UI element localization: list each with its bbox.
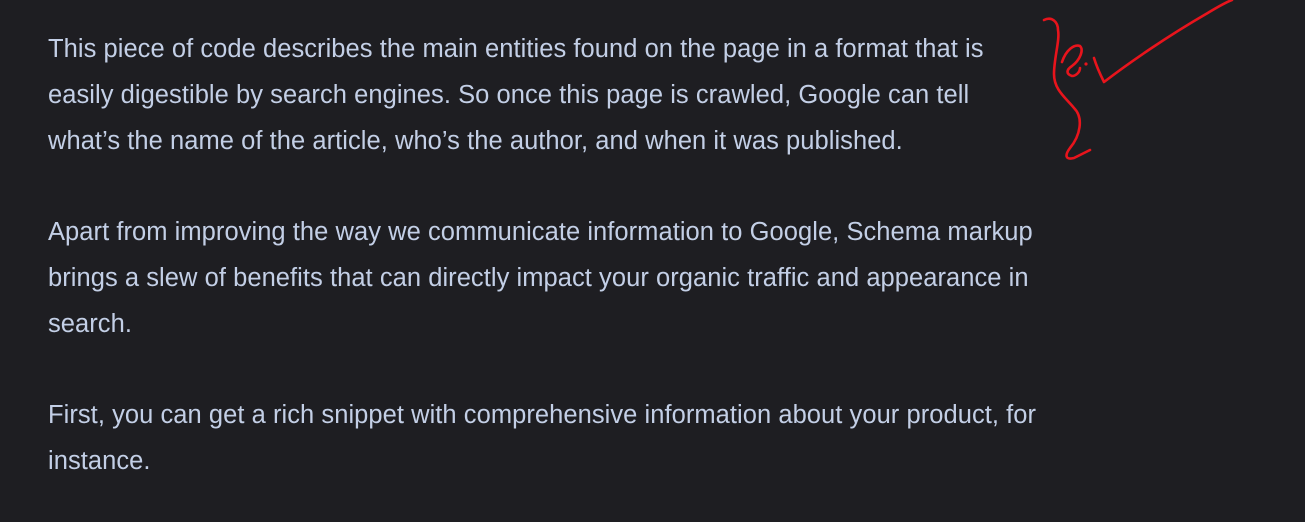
paragraph-rich-snippet: First, you can get a rich snippet with c… [48,401,1037,475]
paragraph-schema-benefits: Apart from improving the way we communic… [48,218,1033,338]
article-body: This piece of code describes the main en… [48,26,1108,484]
paragraph-schema-description: This piece of code describes the main en… [48,35,984,155]
handwritten-check-stroke [1092,0,1234,84]
